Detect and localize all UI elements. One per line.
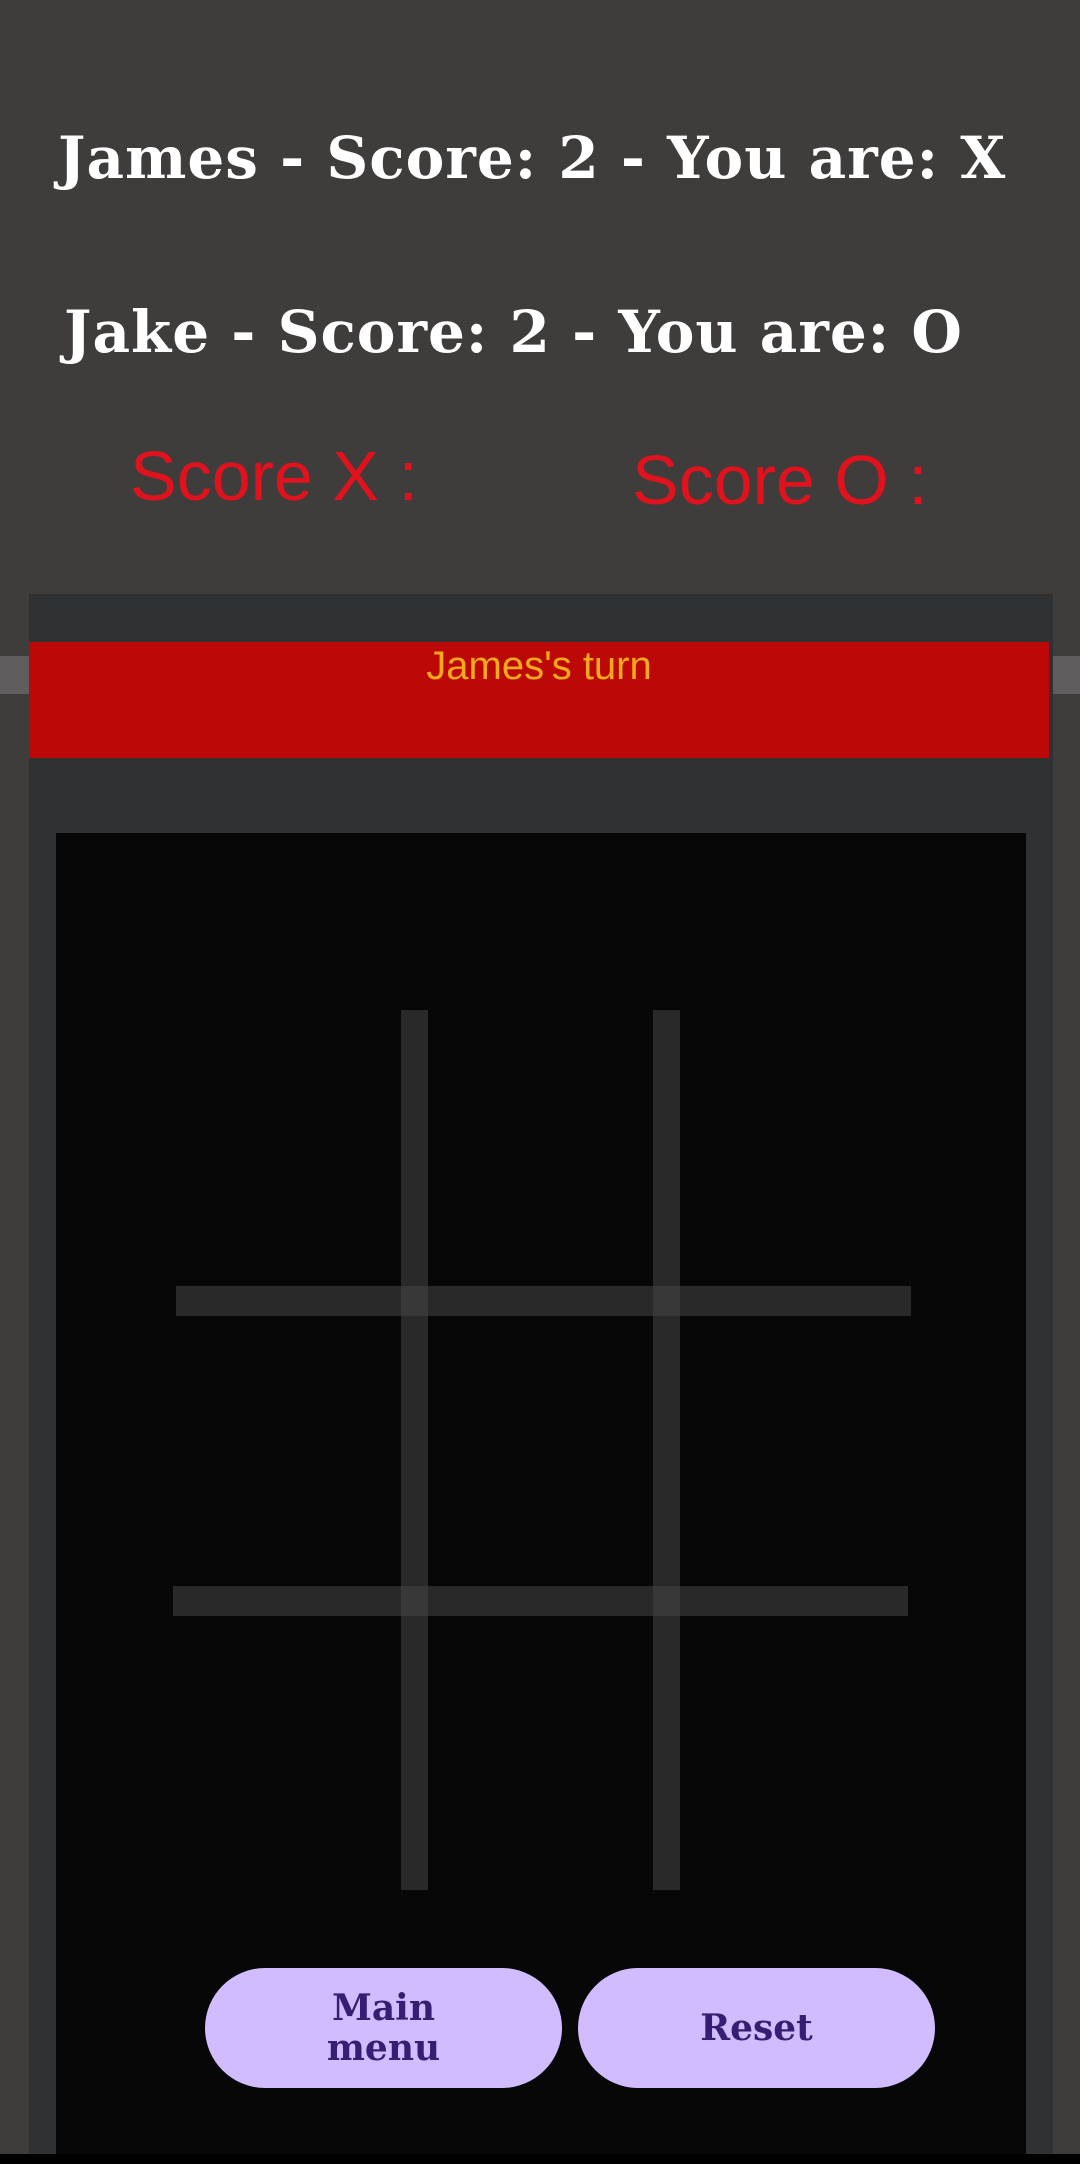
reset-label: Reset	[700, 2007, 813, 2049]
board-cell-6[interactable]	[680, 1316, 911, 1586]
game-panel: James's turn Main menu Reset	[29, 594, 1053, 2164]
board-cell-8[interactable]	[428, 1616, 653, 1890]
board-cell-1[interactable]	[176, 1010, 401, 1286]
board-cell-3[interactable]	[680, 1010, 911, 1286]
grid-line-vertical-1	[401, 1010, 428, 1890]
turn-indicator: James's turn	[426, 644, 652, 688]
board-cell-2[interactable]	[428, 1010, 653, 1286]
score-o-label: Score O :	[632, 441, 928, 519]
player1-info: James - Score: 2 - You are: X	[58, 124, 1007, 192]
divider-right	[1052, 656, 1080, 694]
grid-line-horizontal-1	[176, 1286, 911, 1316]
game-board: Main menu Reset	[56, 833, 1026, 2164]
divider-left	[0, 656, 30, 694]
grid-line-vertical-2	[653, 1010, 680, 1890]
player2-info: Jake - Score: 2 - You are: O	[64, 298, 963, 366]
board-cell-5[interactable]	[428, 1316, 653, 1586]
reset-button[interactable]: Reset	[578, 1968, 935, 2088]
board-cell-4[interactable]	[176, 1316, 401, 1586]
grid-line-horizontal-2	[173, 1586, 908, 1616]
board-cell-7[interactable]	[176, 1616, 401, 1890]
board-cell-9[interactable]	[680, 1616, 911, 1890]
main-menu-button[interactable]: Main menu	[205, 1968, 562, 2088]
score-x-label: Score X :	[130, 437, 418, 515]
main-menu-label: Main menu	[326, 1987, 441, 2069]
bottom-edge	[0, 2154, 1080, 2164]
